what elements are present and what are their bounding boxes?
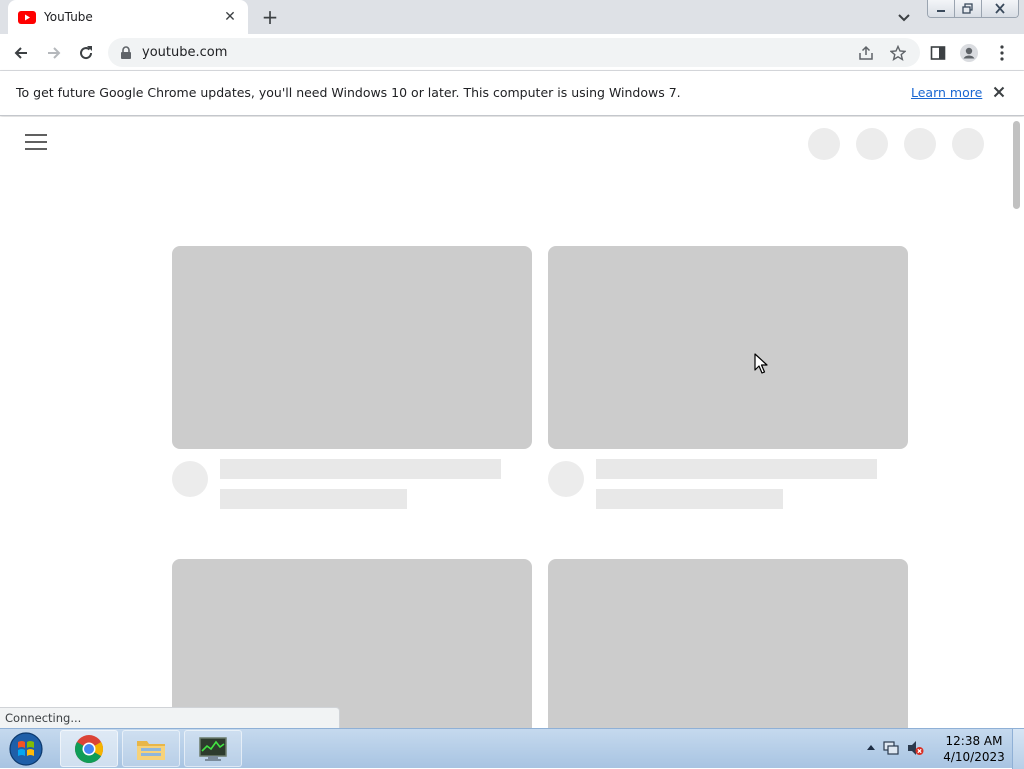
header-skeleton-circle — [808, 128, 840, 160]
tab-search-chevron-icon[interactable] — [895, 8, 913, 26]
taskbar-clock[interactable]: 12:38 AM 4/10/2023 — [940, 733, 1008, 765]
header-skeleton-circle — [952, 128, 984, 160]
chrome-menu-button[interactable] — [991, 42, 1013, 64]
windows-taskbar: 12:38 AM 4/10/2023 — [0, 728, 1024, 769]
back-arrow-icon — [14, 47, 27, 59]
header-skeleton-circle — [856, 128, 888, 160]
meta-skeleton-line — [220, 489, 407, 509]
new-tab-button[interactable]: + — [259, 5, 281, 29]
title-skeleton-line — [596, 459, 877, 479]
close-window-button[interactable] — [981, 0, 1018, 17]
kebab-menu-icon — [1000, 45, 1004, 61]
infobar-close-button[interactable] — [991, 84, 1007, 100]
reload-icon — [80, 46, 93, 60]
page-scrollbar-thumb[interactable] — [1013, 121, 1020, 209]
video-thumbnail-skeleton — [548, 559, 908, 728]
close-window-icon — [995, 3, 1005, 14]
status-bubble: Connecting... — [0, 707, 340, 728]
tab-youtube[interactable]: YouTube ✕ — [8, 0, 248, 34]
side-panel-button[interactable] — [927, 42, 949, 64]
browser-toolbar: youtube.com — [0, 34, 1024, 71]
file-explorer-icon — [137, 740, 165, 760]
bookmark-star-icon[interactable] — [888, 43, 908, 63]
lock-icon[interactable] — [120, 45, 132, 60]
volume-muted-icon[interactable] — [906, 739, 924, 757]
taskbar-chrome-button[interactable] — [60, 730, 118, 767]
url-text[interactable]: youtube.com — [142, 45, 856, 60]
update-infobar: To get future Google Chrome updates, you… — [0, 71, 1024, 116]
channel-avatar-skeleton — [548, 461, 584, 497]
close-icon — [993, 86, 1005, 98]
clock-time: 12:38 AM — [945, 734, 1003, 748]
profile-avatar-icon — [960, 44, 978, 62]
youtube-page — [0, 117, 1010, 728]
title-skeleton-line — [220, 459, 501, 479]
system-tray — [866, 739, 924, 757]
video-thumbnail-skeleton — [548, 246, 908, 449]
clock-date: 4/10/2023 — [943, 750, 1005, 764]
youtube-favicon-icon — [18, 10, 36, 24]
address-bar[interactable]: youtube.com — [108, 38, 920, 67]
show-hidden-icons-chevron-icon[interactable] — [866, 743, 876, 753]
meta-skeleton-line — [596, 489, 783, 509]
channel-avatar-skeleton — [172, 461, 208, 497]
show-desktop-button[interactable] — [1012, 729, 1024, 769]
mouse-cursor-icon — [754, 353, 768, 374]
reload-button[interactable] — [74, 41, 98, 65]
taskbar-task-manager-button[interactable] — [184, 730, 242, 767]
video-thumbnail-skeleton — [172, 246, 532, 449]
profile-button[interactable] — [958, 42, 980, 64]
share-icon[interactable] — [856, 43, 876, 63]
menu-hamburger-icon[interactable] — [25, 134, 47, 152]
learn-more-link[interactable]: Learn more — [911, 85, 982, 100]
restore-icon — [962, 3, 973, 14]
minimize-icon — [936, 9, 945, 12]
taskbar-file-explorer-button[interactable] — [122, 730, 180, 767]
windows-start-orb-icon — [9, 732, 43, 766]
start-button[interactable] — [4, 730, 48, 768]
infobar-message: To get future Google Chrome updates, you… — [16, 85, 681, 100]
tab-strip: YouTube ✕ + — [0, 0, 1024, 34]
forward-arrow-icon — [48, 47, 61, 59]
tab-title: YouTube — [44, 10, 93, 24]
restore-button[interactable] — [954, 0, 982, 17]
forward-button[interactable] — [42, 41, 66, 65]
back-button[interactable] — [9, 41, 33, 65]
close-tab-icon[interactable]: ✕ — [222, 9, 238, 25]
task-manager-icon — [199, 736, 227, 761]
chrome-icon — [75, 734, 103, 763]
window-controls — [927, 0, 1019, 18]
minimize-button[interactable] — [928, 0, 955, 17]
header-skeleton-circle — [904, 128, 936, 160]
side-panel-icon — [930, 46, 946, 60]
network-icon[interactable] — [882, 739, 900, 757]
video-thumbnail-skeleton — [172, 559, 532, 728]
